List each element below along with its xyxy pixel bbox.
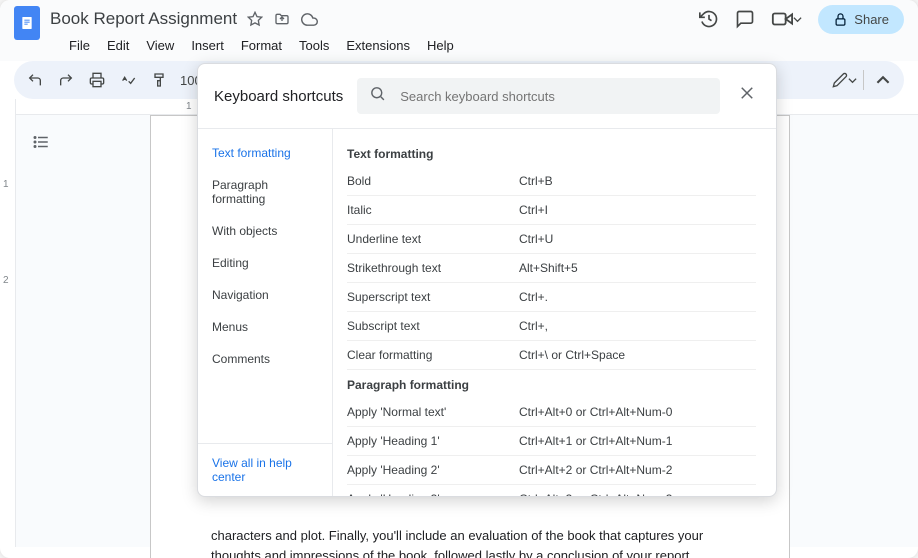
shortcut-action: Strikethrough text (347, 261, 519, 275)
share-button[interactable]: Share (818, 5, 904, 34)
undo-button[interactable] (22, 67, 48, 93)
app-header: Book Report Assignment Share FileEditVie… (0, 0, 918, 61)
menu-help[interactable]: Help (420, 35, 461, 56)
shortcut-key: Alt+Shift+5 (519, 261, 756, 275)
shortcut-action: Apply 'Heading 2' (347, 463, 519, 477)
section-header: Paragraph formatting (347, 370, 756, 398)
shortcut-row: Apply 'Heading 3'Ctrl+Alt+3 or Ctrl+Alt+… (347, 485, 756, 496)
shortcut-search-box[interactable] (357, 78, 720, 114)
category-menus[interactable]: Menus (198, 311, 332, 343)
shortcut-action: Subscript text (347, 319, 519, 333)
section-header: Text formatting (347, 139, 756, 167)
meet-icon[interactable] (771, 8, 802, 30)
spellcheck-button[interactable] (115, 67, 141, 93)
paint-format-button[interactable] (146, 67, 172, 93)
category-paragraph-formatting[interactable]: Paragraph formatting (198, 169, 332, 215)
menu-format[interactable]: Format (234, 35, 289, 56)
menu-extensions[interactable]: Extensions (339, 35, 417, 56)
comments-icon[interactable] (735, 9, 755, 29)
body-text: characters and plot. Finally, you'll inc… (211, 526, 729, 558)
category-comments[interactable]: Comments (198, 343, 332, 375)
shortcut-action: Italic (347, 203, 519, 217)
shortcut-key: Ctrl+Alt+0 or Ctrl+Alt+Num-0 (519, 405, 756, 419)
shortcut-key: Ctrl+B (519, 174, 756, 188)
ruler-tick: 1 (3, 179, 9, 190)
shortcut-row: Apply 'Heading 1'Ctrl+Alt+1 or Ctrl+Alt+… (347, 427, 756, 456)
shortcut-row: Apply 'Normal text'Ctrl+Alt+0 or Ctrl+Al… (347, 398, 756, 427)
menu-edit[interactable]: Edit (100, 35, 136, 56)
shortcut-action: Apply 'Heading 1' (347, 434, 519, 448)
shortcut-key: Ctrl+Alt+1 or Ctrl+Alt+Num-1 (519, 434, 756, 448)
document-title[interactable]: Book Report Assignment (50, 9, 237, 29)
shortcut-action: Apply 'Normal text' (347, 405, 519, 419)
shortcut-row: Superscript textCtrl+. (347, 283, 756, 312)
ruler-tick: 2 (3, 275, 9, 286)
shortcut-row: Underline textCtrl+U (347, 225, 756, 254)
outline-toggle-icon[interactable] (28, 129, 54, 155)
shortcut-key: Ctrl+Alt+3 or Ctrl+Alt+Num-3 (519, 492, 756, 496)
close-icon[interactable] (734, 84, 760, 108)
dialog-title: Keyboard shortcuts (214, 88, 343, 105)
shortcut-action: Apply 'Heading 3' (347, 492, 519, 496)
keyboard-shortcuts-dialog: Keyboard shortcuts Text formattingParagr… (197, 63, 777, 497)
shortcut-action: Bold (347, 174, 519, 188)
shortcut-category-sidebar: Text formattingParagraph formattingWith … (198, 129, 333, 496)
shortcut-key: Ctrl+I (519, 203, 756, 217)
shortcut-row: BoldCtrl+B (347, 167, 756, 196)
share-label: Share (854, 12, 889, 27)
search-icon (369, 85, 386, 107)
shortcut-row: Clear formattingCtrl+\ or Ctrl+Space (347, 341, 756, 370)
shortcut-row: Subscript textCtrl+, (347, 312, 756, 341)
menu-tools[interactable]: Tools (292, 35, 336, 56)
shortcut-row: Strikethrough textAlt+Shift+5 (347, 254, 756, 283)
shortcut-action: Superscript text (347, 290, 519, 304)
category-text-formatting[interactable]: Text formatting (198, 137, 332, 169)
print-button[interactable] (84, 67, 110, 93)
shortcut-key: Ctrl+U (519, 232, 756, 246)
shortcut-row: ItalicCtrl+I (347, 196, 756, 225)
history-icon[interactable] (699, 9, 719, 29)
category-with-objects[interactable]: With objects (198, 215, 332, 247)
shortcut-action: Underline text (347, 232, 519, 246)
docs-icon[interactable] (14, 6, 40, 40)
vertical-ruler: 12 (0, 99, 16, 547)
shortcut-list[interactable]: Text formattingBoldCtrl+BItalicCtrl+IUnd… (333, 129, 776, 496)
ruler-tick: 1 (186, 101, 192, 112)
shortcut-key: Ctrl+Alt+2 or Ctrl+Alt+Num-2 (519, 463, 756, 477)
shortcut-key: Ctrl+. (519, 290, 756, 304)
menu-bar: FileEditViewInsertFormatToolsExtensionsH… (14, 32, 904, 61)
shortcut-key: Ctrl+\ or Ctrl+Space (519, 348, 756, 362)
cloud-status-icon[interactable] (301, 11, 318, 28)
menu-view[interactable]: View (139, 35, 181, 56)
collapse-toolbar-button[interactable] (870, 67, 896, 93)
menu-file[interactable]: File (62, 35, 97, 56)
shortcut-row: Apply 'Heading 2'Ctrl+Alt+2 or Ctrl+Alt+… (347, 456, 756, 485)
move-icon[interactable] (274, 11, 290, 27)
shortcut-search-input[interactable] (400, 89, 708, 104)
redo-button[interactable] (53, 67, 79, 93)
separator (863, 70, 864, 90)
menu-insert[interactable]: Insert (184, 35, 231, 56)
shortcut-key: Ctrl+, (519, 319, 756, 333)
category-navigation[interactable]: Navigation (198, 279, 332, 311)
help-center-link[interactable]: View all in help center (198, 443, 332, 496)
editing-mode-button[interactable] (831, 67, 857, 93)
shortcut-action: Clear formatting (347, 348, 519, 362)
star-icon[interactable] (247, 11, 263, 27)
category-editing[interactable]: Editing (198, 247, 332, 279)
